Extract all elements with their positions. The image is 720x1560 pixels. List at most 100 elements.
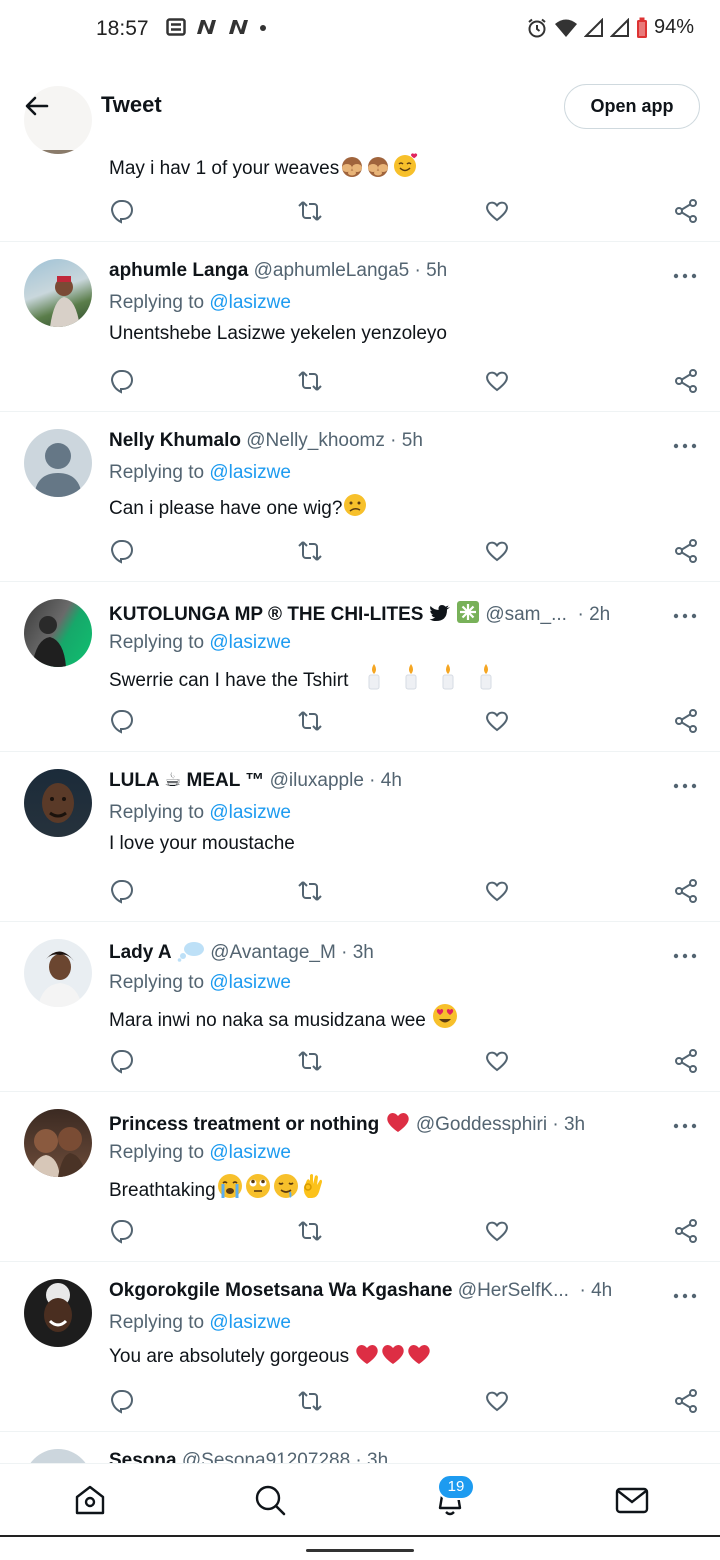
reply-icon[interactable] — [109, 538, 135, 564]
more-options-icon[interactable] — [672, 268, 698, 279]
signal-icon — [609, 17, 629, 37]
replying-to-link[interactable]: @lasizwe — [209, 1312, 291, 1333]
replying-to-link[interactable]: @lasizwe — [209, 1142, 291, 1163]
author-handle[interactable]: @Nelly_khoomz — [246, 430, 385, 451]
replying-to: Replying to @lasizwe — [109, 972, 291, 993]
home-gesture-handle[interactable] — [306, 1549, 414, 1552]
reply-icon[interactable] — [109, 198, 135, 224]
author-name[interactable]: Lady A — [109, 942, 172, 963]
more-options-icon[interactable] — [672, 438, 698, 449]
reply-icon[interactable] — [109, 1048, 135, 1074]
author-handle[interactable]: @aphumleLanga5 — [254, 260, 410, 281]
reply-icon[interactable] — [109, 708, 135, 734]
tweet[interactable]: LULA ☕ MEAL ™ @iluxapple · 4h Replying t… — [0, 752, 720, 922]
home-icon[interactable] — [72, 1482, 108, 1518]
battery-icon — [636, 17, 647, 38]
tweet[interactable]: Princess treatment or nothing @Goddessph… — [0, 1092, 720, 1262]
search-icon[interactable] — [252, 1482, 288, 1518]
tweet[interactable]: KUTOLUNGA MP ® THE CHI-LITES @sam_... · … — [0, 582, 720, 752]
like-icon[interactable] — [484, 538, 510, 564]
open-app-button[interactable]: Open app — [564, 84, 700, 129]
like-icon[interactable] — [484, 1388, 510, 1414]
tweet-text: Unentshebe Lasizwe yekelen yenzoleyo — [109, 323, 447, 344]
share-icon[interactable] — [673, 198, 699, 224]
author-name[interactable]: aphumle Langa — [109, 260, 248, 281]
avatar[interactable] — [24, 939, 92, 1007]
tweet-header: aphumle Langa @aphumleLanga5 · 5h — [109, 260, 448, 281]
replying-to-link[interactable]: @lasizwe — [209, 292, 291, 313]
replying-to-link[interactable]: @lasizwe — [209, 972, 291, 993]
red-heart-emoji — [380, 1342, 406, 1373]
page-title: Tweet — [101, 92, 162, 117]
tweet-header: Nelly Khumalo @Nelly_khoomz · 5h — [109, 430, 423, 451]
like-icon[interactable] — [484, 1048, 510, 1074]
more-options-icon[interactable] — [672, 608, 698, 619]
author-handle[interactable]: @iluxapple — [270, 770, 364, 791]
author-name[interactable]: LULA ☕ MEAL ™ — [109, 770, 264, 791]
tweet-actions — [0, 368, 720, 398]
more-options-icon[interactable] — [672, 1288, 698, 1299]
like-icon[interactable] — [484, 878, 510, 904]
avatar[interactable] — [24, 599, 92, 667]
like-icon[interactable] — [484, 708, 510, 734]
replying-to-link[interactable]: @lasizwe — [209, 632, 291, 653]
alarm-icon — [528, 18, 546, 37]
avatar[interactable] — [24, 1109, 92, 1177]
status-time: 18:57 — [96, 17, 149, 40]
dot-icon — [260, 25, 266, 31]
replying-to: Replying to @lasizwe — [109, 632, 291, 653]
tweet-text: May i hav 1 of your weaves — [109, 152, 419, 185]
share-icon[interactable] — [673, 878, 699, 904]
avatar[interactable] — [24, 769, 92, 837]
share-icon[interactable] — [673, 708, 699, 734]
replying-to-link[interactable]: @lasizwe — [209, 802, 291, 823]
retweet-icon[interactable] — [297, 368, 323, 394]
twitter-bird-icon — [429, 604, 451, 630]
share-icon[interactable] — [673, 538, 699, 564]
reply-icon[interactable] — [109, 1388, 135, 1414]
reply-icon[interactable] — [109, 878, 135, 904]
retweet-icon[interactable] — [297, 1218, 323, 1244]
replying-to-link[interactable]: @lasizwe — [209, 462, 291, 483]
share-icon[interactable] — [673, 1388, 699, 1414]
tweet[interactable]: Nelly Khumalo @Nelly_khoomz · 5h Replyin… — [0, 412, 720, 582]
author-handle[interactable]: @sam_... — [485, 604, 567, 625]
like-icon[interactable] — [484, 1218, 510, 1244]
author-name[interactable]: Okgorokgile Mosetsana Wa Kgashane — [109, 1280, 453, 1301]
tweet[interactable]: Okgorokgile Mosetsana Wa Kgashane @HerSe… — [0, 1262, 720, 1432]
share-icon[interactable] — [673, 1218, 699, 1244]
reply-icon[interactable] — [109, 368, 135, 394]
messages-icon[interactable] — [614, 1482, 650, 1518]
tweet-actions — [0, 198, 720, 228]
retweet-icon[interactable] — [297, 198, 323, 224]
crying-face-emoji — [216, 1172, 244, 1207]
retweet-icon[interactable] — [297, 1388, 323, 1414]
notification-badge: 19 — [437, 1474, 475, 1500]
tweet-time: 2h — [589, 604, 611, 625]
tweet[interactable]: Lady A @Avantage_M · 3h Replying to @las… — [0, 922, 720, 1092]
avatar[interactable] — [24, 1279, 92, 1347]
retweet-icon[interactable] — [297, 708, 323, 734]
tweet-time: 5h — [426, 260, 448, 281]
like-icon[interactable] — [484, 368, 510, 394]
like-icon[interactable] — [484, 198, 510, 224]
share-icon[interactable] — [673, 368, 699, 394]
more-options-icon[interactable] — [672, 948, 698, 959]
default-avatar-icon[interactable] — [24, 429, 92, 497]
author-name[interactable]: Nelly Khumalo — [109, 430, 241, 451]
author-handle[interactable]: @HerSelfK... — [458, 1280, 569, 1301]
tweet[interactable]: aphumle Langa @aphumleLanga5 · 5h Replyi… — [0, 242, 720, 412]
author-name[interactable]: KUTOLUNGA MP ® THE CHI-LITES — [109, 604, 423, 625]
author-handle[interactable]: @Avantage_M — [210, 942, 336, 963]
back-arrow-icon[interactable] — [22, 91, 52, 121]
reply-icon[interactable] — [109, 1218, 135, 1244]
author-name[interactable]: Princess treatment or nothing — [109, 1114, 379, 1135]
more-options-icon[interactable] — [672, 1118, 698, 1129]
share-icon[interactable] — [673, 1048, 699, 1074]
more-options-icon[interactable] — [672, 778, 698, 789]
retweet-icon[interactable] — [297, 1048, 323, 1074]
retweet-icon[interactable] — [297, 878, 323, 904]
author-handle[interactable]: @Goddessphiri — [416, 1114, 547, 1135]
avatar[interactable] — [24, 259, 92, 327]
retweet-icon[interactable] — [297, 538, 323, 564]
